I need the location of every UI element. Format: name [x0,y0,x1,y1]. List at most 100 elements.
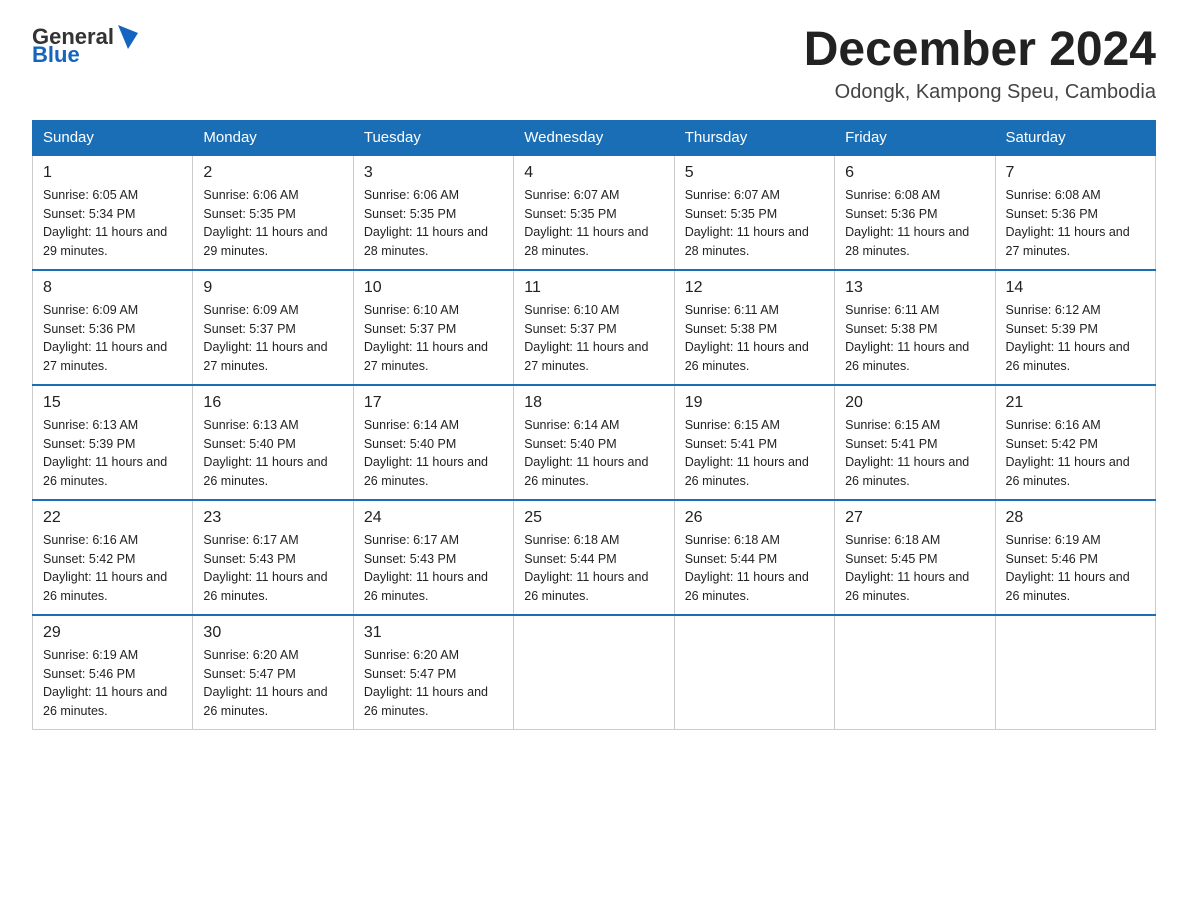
day-info: Sunrise: 6:10 AMSunset: 5:37 PMDaylight:… [524,301,663,376]
calendar-cell: 21 Sunrise: 6:16 AMSunset: 5:42 PMDayligh… [995,385,1155,500]
day-info: Sunrise: 6:18 AMSunset: 5:44 PMDaylight:… [685,531,824,606]
day-info: Sunrise: 6:07 AMSunset: 5:35 PMDaylight:… [685,186,824,261]
day-number: 26 [685,509,824,527]
day-number: 16 [203,394,342,412]
day-info: Sunrise: 6:14 AMSunset: 5:40 PMDaylight:… [524,416,663,491]
calendar-cell: 28Sunrise: 6:19 AMSunset: 5:46 PMDayligh… [995,500,1155,615]
week-row-1: 1 Sunrise: 6:05 AMSunset: 5:34 PMDaylight… [33,155,1156,270]
day-info: Sunrise: 6:14 AMSunset: 5:40 PMDaylight:… [364,416,503,491]
day-info: Sunrise: 6:20 AMSunset: 5:47 PMDaylight:… [203,646,342,721]
day-info: Sunrise: 6:10 AMSunset: 5:37 PMDaylight:… [364,301,503,376]
day-number: 17 [364,394,503,412]
day-info: Sunrise: 6:13 AMSunset: 5:39 PMDaylight:… [43,416,182,491]
column-header-thursday: Thursday [674,120,834,155]
calendar-cell: 18 Sunrise: 6:14 AMSunset: 5:40 PMDayligh… [514,385,674,500]
day-number: 5 [685,164,824,182]
day-number: 31 [364,624,503,642]
calendar-cell [835,615,995,730]
day-number: 27 [845,509,984,527]
week-row-5: 29 Sunrise: 6:19 AMSunset: 5:46 PMDayligh… [33,615,1156,730]
column-header-sunday: Sunday [33,120,193,155]
day-info: Sunrise: 6:17 AMSunset: 5:43 PMDaylight:… [364,531,503,606]
day-number: 29 [43,624,182,642]
week-row-3: 15 Sunrise: 6:13 AMSunset: 5:39 PMDayligh… [33,385,1156,500]
calendar-header: SundayMondayTuesdayWednesdayThursdayFrid… [33,120,1156,155]
calendar-cell: 2 Sunrise: 6:06 AMSunset: 5:35 PMDaylight… [193,155,353,270]
day-info: Sunrise: 6:19 AMSunset: 5:46 PMDaylight:… [43,646,182,721]
day-info: Sunrise: 6:08 AMSunset: 5:36 PMDaylight:… [845,186,984,261]
day-info: Sunrise: 6:09 AMSunset: 5:37 PMDaylight:… [203,301,342,376]
day-number: 30 [203,624,342,642]
calendar-cell: 23Sunrise: 6:17 AMSunset: 5:43 PMDayligh… [193,500,353,615]
calendar-cell: 29 Sunrise: 6:19 AMSunset: 5:46 PMDayligh… [33,615,193,730]
calendar-cell: 31 Sunrise: 6:20 AMSunset: 5:47 PMDayligh… [353,615,513,730]
day-number: 6 [845,164,984,182]
calendar-cell [674,615,834,730]
day-number: 14 [1006,279,1145,297]
calendar-cell: 9 Sunrise: 6:09 AMSunset: 5:37 PMDaylight… [193,270,353,385]
calendar-cell: 17 Sunrise: 6:14 AMSunset: 5:40 PMDayligh… [353,385,513,500]
day-info: Sunrise: 6:20 AMSunset: 5:47 PMDaylight:… [364,646,503,721]
day-info: Sunrise: 6:15 AMSunset: 5:41 PMDaylight:… [685,416,824,491]
calendar-cell: 12 Sunrise: 6:11 AMSunset: 5:38 PMDayligh… [674,270,834,385]
calendar-cell: 30 Sunrise: 6:20 AMSunset: 5:47 PMDayligh… [193,615,353,730]
calendar-cell [995,615,1155,730]
day-info: Sunrise: 6:17 AMSunset: 5:43 PMDaylight:… [203,531,342,606]
column-header-friday: Friday [835,120,995,155]
logo-area: General Blue [32,24,140,68]
day-number: 12 [685,279,824,297]
calendar-cell: 22Sunrise: 6:16 AMSunset: 5:42 PMDayligh… [33,500,193,615]
day-info: Sunrise: 6:13 AMSunset: 5:40 PMDaylight:… [203,416,342,491]
calendar-cell [514,615,674,730]
day-number: 21 [1006,394,1145,412]
page-header: General Blue December 2024 Odongk, Kampo… [32,24,1156,104]
calendar-cell: 16 Sunrise: 6:13 AMSunset: 5:40 PMDayligh… [193,385,353,500]
column-header-wednesday: Wednesday [514,120,674,155]
page-subtitle: Odongk, Kampong Speu, Cambodia [804,81,1156,104]
day-number: 15 [43,394,182,412]
calendar-cell: 20 Sunrise: 6:15 AMSunset: 5:41 PMDayligh… [835,385,995,500]
calendar-cell: 4 Sunrise: 6:07 AMSunset: 5:35 PMDaylight… [514,155,674,270]
day-info: Sunrise: 6:07 AMSunset: 5:35 PMDaylight:… [524,186,663,261]
day-number: 20 [845,394,984,412]
day-number: 19 [685,394,824,412]
day-number: 4 [524,164,663,182]
day-number: 7 [1006,164,1145,182]
calendar-cell: 27 Sunrise: 6:18 AMSunset: 5:45 PMDayligh… [835,500,995,615]
calendar-body: 1 Sunrise: 6:05 AMSunset: 5:34 PMDaylight… [33,155,1156,730]
calendar-cell: 1 Sunrise: 6:05 AMSunset: 5:34 PMDaylight… [33,155,193,270]
calendar-cell: 24 Sunrise: 6:17 AMSunset: 5:43 PMDayligh… [353,500,513,615]
calendar-cell: 10 Sunrise: 6:10 AMSunset: 5:37 PMDayligh… [353,270,513,385]
calendar-cell: 11Sunrise: 6:10 AMSunset: 5:37 PMDayligh… [514,270,674,385]
day-info: Sunrise: 6:09 AMSunset: 5:36 PMDaylight:… [43,301,182,376]
day-number: 24 [364,509,503,527]
day-info: Sunrise: 6:06 AMSunset: 5:35 PMDaylight:… [203,186,342,261]
day-info: Sunrise: 6:11 AMSunset: 5:38 PMDaylight:… [845,301,984,376]
day-number: 9 [203,279,342,297]
calendar-cell: 19 Sunrise: 6:15 AMSunset: 5:41 PMDayligh… [674,385,834,500]
calendar-cell: 25Sunrise: 6:18 AMSunset: 5:44 PMDayligh… [514,500,674,615]
calendar-cell: 26 Sunrise: 6:18 AMSunset: 5:44 PMDayligh… [674,500,834,615]
calendar-cell: 8 Sunrise: 6:09 AMSunset: 5:36 PMDaylight… [33,270,193,385]
day-info: Sunrise: 6:18 AMSunset: 5:45 PMDaylight:… [845,531,984,606]
day-info: Sunrise: 6:11 AMSunset: 5:38 PMDaylight:… [685,301,824,376]
day-number: 10 [364,279,503,297]
header-row: SundayMondayTuesdayWednesdayThursdayFrid… [33,120,1156,155]
week-row-4: 22Sunrise: 6:16 AMSunset: 5:42 PMDayligh… [33,500,1156,615]
calendar-cell: 13 Sunrise: 6:11 AMSunset: 5:38 PMDayligh… [835,270,995,385]
day-number: 8 [43,279,182,297]
day-number: 13 [845,279,984,297]
column-header-saturday: Saturday [995,120,1155,155]
day-info: Sunrise: 6:06 AMSunset: 5:35 PMDaylight:… [364,186,503,261]
day-number: 1 [43,164,182,182]
logo-text-blue: Blue [32,42,140,68]
day-info: Sunrise: 6:15 AMSunset: 5:41 PMDaylight:… [845,416,984,491]
day-number: 2 [203,164,342,182]
day-number: 18 [524,394,663,412]
calendar-cell: 6 Sunrise: 6:08 AMSunset: 5:36 PMDaylight… [835,155,995,270]
day-info: Sunrise: 6:16 AMSunset: 5:42 PMDaylight:… [1006,416,1145,491]
week-row-2: 8 Sunrise: 6:09 AMSunset: 5:36 PMDaylight… [33,270,1156,385]
calendar-cell: 7Sunrise: 6:08 AMSunset: 5:36 PMDaylight… [995,155,1155,270]
day-info: Sunrise: 6:05 AMSunset: 5:34 PMDaylight:… [43,186,182,261]
calendar-cell: 5 Sunrise: 6:07 AMSunset: 5:35 PMDaylight… [674,155,834,270]
